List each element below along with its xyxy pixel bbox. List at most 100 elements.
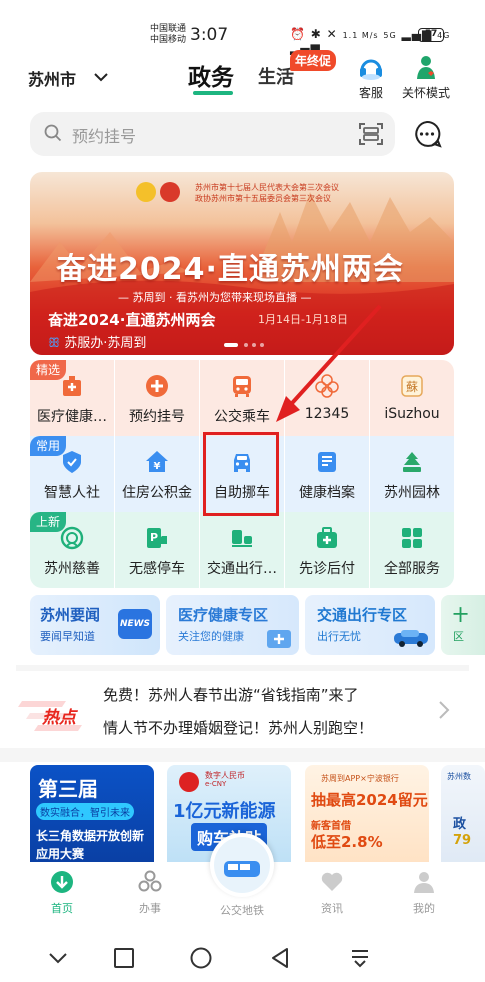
nav-label: 首页 xyxy=(51,902,73,915)
parking-icon: P xyxy=(147,528,167,548)
chevron-right-icon[interactable] xyxy=(438,700,450,720)
search-input[interactable]: 预约挂号 xyxy=(72,123,136,147)
tab-life[interactable]: 生活 xyxy=(258,63,294,89)
card-title: 交通出行专区 xyxy=(317,606,408,624)
service-label: 无感停车 xyxy=(129,561,185,577)
care-mode-button[interactable]: 关怀模式 xyxy=(398,55,454,101)
promo-line: 抽最高2024留元 xyxy=(311,791,428,809)
service-health-record[interactable]: 健康档案 xyxy=(285,436,369,512)
isuzhou-logo-icon: 蘇 xyxy=(401,375,423,397)
house-yuan-icon: ¥ xyxy=(146,451,168,472)
medical-cross-icon xyxy=(146,375,168,397)
promo-data-contest[interactable]: 第三届 数实融合，智引未来 长三角数据开放创新 应用大赛 xyxy=(30,765,154,865)
promo-line: 新客首借 xyxy=(311,821,351,832)
promo-ningbo-bank[interactable]: 苏周到APP×宁波银行 抽最高2024留元 新客首借 低至2.8% xyxy=(305,765,429,865)
nav-label: 公交地铁 xyxy=(220,904,264,917)
card-traffic-zone[interactable]: 交通出行专区 出行无忧 xyxy=(305,595,435,655)
medkit-icon xyxy=(267,630,291,648)
service-suzhou-charity[interactable]: 苏州慈善 xyxy=(30,512,114,588)
banner-source-label: 苏服办·苏周到 xyxy=(64,336,147,351)
banner-header-line-2: 政协苏州市第十五届委员会第三次会议 xyxy=(195,194,331,203)
city-selector[interactable]: 苏州市 xyxy=(28,66,76,90)
svg-text:¥: ¥ xyxy=(154,461,161,472)
service-appointment[interactable]: 预约挂号 xyxy=(115,360,199,436)
heart-icon xyxy=(321,872,343,891)
promo-line: 第三届 xyxy=(38,777,98,801)
nav-bus-metro[interactable]: 公交地铁 xyxy=(212,902,272,918)
traffic-icon xyxy=(232,530,252,547)
section-divider xyxy=(16,665,469,671)
card-suzhou-news[interactable]: 苏州要闻 要闻早知道 NEWS xyxy=(30,595,160,655)
service-sensorless-parking[interactable]: P 无感停车 xyxy=(115,512,199,588)
banner-caption: 奋进2024·直通苏州两会 xyxy=(48,311,216,329)
hot-news-2[interactable]: 情人节不办理婚姻登记！苏州人别跑空！ xyxy=(103,717,373,738)
customer-service-button[interactable]: 客服 xyxy=(343,55,399,101)
service-diagnose-first[interactable]: 先诊后付 xyxy=(285,512,369,588)
promo-partial[interactable]: 苏州数 政 79 xyxy=(441,765,485,865)
carousel-dots xyxy=(224,343,264,347)
promo-line: 政 xyxy=(453,817,467,832)
su-logo-icon: ꕥ xyxy=(48,336,61,351)
collapse-chevron-icon[interactable] xyxy=(46,946,70,970)
carrier-1: 中国联通 xyxy=(150,24,187,34)
service-label: 全部服务 xyxy=(384,561,440,577)
banner-source: ꕥ 苏服办·苏周到 xyxy=(48,332,146,351)
card-partial[interactable]: 十 区 xyxy=(441,595,485,655)
carrier-2: 中国移动 xyxy=(150,35,187,45)
card-title: 十 xyxy=(453,606,469,624)
service-label: 健康档案 xyxy=(299,485,355,501)
notification-pull-icon[interactable] xyxy=(348,946,372,970)
promo-line: 低至2.8% xyxy=(311,833,383,851)
message-icon[interactable] xyxy=(412,119,442,149)
headset-icon xyxy=(360,59,382,80)
news-badge-icon: NEWS xyxy=(118,609,152,639)
home-circle-icon[interactable] xyxy=(189,946,213,970)
nav-news[interactable]: 资讯 xyxy=(302,870,362,916)
nav-home[interactable]: 首页 xyxy=(32,870,92,916)
ecny-logo-icon xyxy=(179,772,199,792)
car-illustration-icon xyxy=(394,630,428,647)
service-label: 先诊后付 xyxy=(299,561,355,577)
card-medical-zone[interactable]: 医疗健康专区 关注您的健康 xyxy=(166,595,299,655)
service-traffic[interactable]: 交通出行… xyxy=(200,512,284,588)
profile-icon xyxy=(414,872,434,893)
carrier-labels: 中国联通 中国移动 xyxy=(150,24,186,46)
nav-label: 我的 xyxy=(413,902,435,915)
hot-news-1[interactable]: 免费！苏州人春节出游“省钱指南”来了 xyxy=(103,684,359,705)
service-suzhou-garden[interactable]: 苏州园林 xyxy=(370,436,454,512)
promo-line: 长三角数据开放创新 xyxy=(36,829,145,843)
customer-service-label: 客服 xyxy=(358,86,383,100)
chevron-down-icon[interactable] xyxy=(92,68,110,86)
scan-icon[interactable] xyxy=(358,121,384,147)
service-label: 交通出行… xyxy=(207,561,277,577)
service-housing-fund[interactable]: ¥ 住房公积金 xyxy=(115,436,199,512)
promo-line: 数实融合，智引未来 xyxy=(36,803,134,820)
promo-line: 苏州数 xyxy=(447,772,471,781)
annotation-arrow xyxy=(276,304,382,422)
recent-apps-icon[interactable] xyxy=(112,946,136,970)
service-smart-hr[interactable]: 智慧人社 xyxy=(30,436,114,512)
bluetooth-icon: ✱ xyxy=(310,27,322,41)
tab-government[interactable]: 政务 xyxy=(188,58,234,92)
health-record-icon xyxy=(318,452,336,472)
service-label: 医疗健康… xyxy=(37,409,107,425)
promo-line: 1亿元新能源 xyxy=(173,801,276,822)
service-medical-health[interactable]: 医疗健康… xyxy=(30,360,114,436)
card-title: 医疗健康专区 xyxy=(178,606,269,624)
net-speed: 1.1 M/s xyxy=(342,31,379,40)
bus-metro-center-button[interactable] xyxy=(210,833,274,897)
bus-metro-icon xyxy=(214,837,270,893)
nav-services[interactable]: 办事 xyxy=(120,870,180,916)
promo-badge: 年终促 xyxy=(290,50,337,71)
all-services-icon xyxy=(402,528,422,548)
promo-line: 79 xyxy=(453,833,472,848)
back-icon[interactable] xyxy=(268,946,292,970)
service-all-services[interactable]: 全部服务 xyxy=(370,512,454,588)
card-text: 医疗健康专区 关注您的健康 xyxy=(178,604,268,644)
status-time: 3:07 xyxy=(190,25,229,45)
card-title: 苏州要闻 xyxy=(40,606,101,624)
nav-profile[interactable]: 我的 xyxy=(394,870,454,916)
card-subtitle: 要闻早知道 xyxy=(40,630,95,643)
banner-header-line-1: 苏州市第十七届人民代表大会第三次会议 xyxy=(195,183,339,192)
care-person-icon xyxy=(417,56,435,79)
